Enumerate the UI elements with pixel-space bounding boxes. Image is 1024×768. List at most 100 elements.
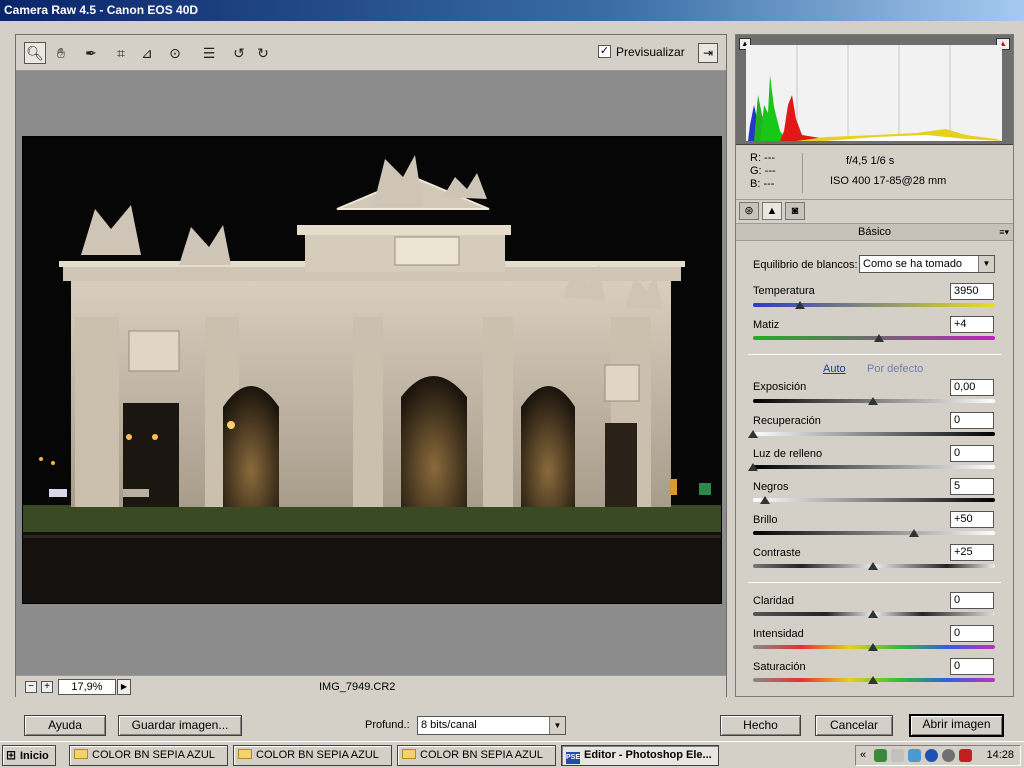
vibrance-label: Intensidad [753,628,804,640]
clock[interactable]: 14:28 [986,746,1014,765]
brightness-input[interactable]: +50 [950,511,994,528]
recovery-slider-thumb[interactable] [748,430,758,438]
white-balance-value: Como se ha tomado [863,258,963,270]
tray-volume-icon[interactable] [891,749,904,762]
white-balance-select[interactable]: Como se ha tomado ▼ [859,255,995,273]
start-button[interactable]: ⊞ Inicio [2,745,56,766]
blacks-slider-thumb[interactable] [760,496,770,504]
windows-logo-icon: ⊞ [6,748,17,762]
fill-light-slider-track[interactable] [753,465,995,469]
vibrance-slider-thumb[interactable] [868,643,878,651]
taskbar-item-photoshop[interactable]: PSE Editor - Photoshop Ele... [561,745,719,766]
chevron-down-icon[interactable]: ▼ [549,717,565,734]
zoom-menu-button[interactable]: ▶ [117,679,131,695]
contrast-label: Contraste [753,547,801,559]
clarity-input[interactable]: 0 [950,592,994,609]
fill-light-input[interactable]: 0 [950,445,994,462]
bit-depth-select[interactable]: 8 bits/canal ▼ [417,716,566,735]
tab-camera-calibration-icon[interactable]: ◙ [785,202,805,220]
taskbar-item-folder-1[interactable]: COLOR BN SEPIA AZUL [69,745,228,766]
vibrance-input[interactable]: 0 [950,625,994,642]
recovery-slider-track[interactable] [753,432,995,436]
exposure-slider-thumb[interactable] [868,397,878,405]
fill-light-slider-thumb[interactable] [748,463,758,471]
section-title: Básico [857,226,892,238]
blacks-input[interactable]: 5 [950,478,994,495]
rotate-right-icon[interactable]: ↻ [252,42,274,64]
hand-icon[interactable]: ✋︎ [50,42,72,64]
preview-checkbox[interactable]: ✓ [598,45,611,58]
exposure-input[interactable]: 0,00 [950,379,994,396]
chevron-down-icon[interactable]: ▼ [978,256,994,272]
saturation-label: Saturación [753,661,806,673]
auto-link[interactable]: Auto [823,363,846,375]
panel-tabs: ⊛ ▲ ◙ [736,199,1013,221]
fill-light-label: Luz de relleno [753,448,823,460]
zoom-out-button[interactable]: − [25,681,37,693]
system-tray: « 14:28 [855,745,1021,766]
taskbar-item-folder-2[interactable]: COLOR BN SEPIA AZUL [233,745,392,766]
straighten-icon[interactable]: ⊿ [136,42,158,64]
saturation-slider-thumb[interactable] [868,676,878,684]
contrast-input[interactable]: +25 [950,544,994,561]
crop-icon[interactable]: ⌗ [110,42,132,64]
zoom-level-field[interactable]: 17,9% [58,679,116,695]
tab-basic-aperture-icon[interactable]: ⊛ [739,202,759,220]
brightness-slider-thumb[interactable] [909,529,919,537]
zoom-in-button[interactable]: + [41,681,53,693]
iso-lens: ISO 400 17-85@28 mm [830,175,947,187]
cancel-button[interactable]: Cancelar [815,715,893,736]
contrast-slider-thumb[interactable] [868,562,878,570]
blue-readout: B: --- [750,178,775,190]
taskbar-item-folder-3[interactable]: COLOR BN SEPIA AZUL [397,745,556,766]
zoom-icon[interactable]: 🔍︎ [24,42,46,64]
puerta-de-alcala-photo [23,137,721,603]
temperature-label: Temperatura [753,285,815,297]
tab-basic-mountains-icon[interactable]: ▲ [762,202,782,220]
red-eye-icon[interactable]: ⊙ [164,42,186,64]
task-label: COLOR BN SEPIA AZUL [256,749,379,761]
tray-antivirus-icon[interactable] [959,749,972,762]
blacks-label: Negros [753,481,789,493]
eyedropper-icon[interactable]: ✒︎ [80,42,102,64]
section-menu-icon[interactable]: ≡▾ [999,224,1009,240]
rotate-left-icon[interactable]: ↺ [228,42,250,64]
tray-network-icon[interactable] [874,749,887,762]
taskbar: ⊞ Inicio COLOR BN SEPIA AZUL COLOR BN SEP… [0,741,1024,768]
tray-update-icon[interactable] [942,749,955,762]
photo-preview[interactable] [22,136,722,604]
temperature-slider-thumb[interactable] [795,301,805,309]
tray-expand-icon[interactable]: « [860,746,866,765]
status-bar: − + 17,9% ▶ IMG_7949.CR2 [16,675,726,697]
help-button[interactable]: Ayuda [24,715,106,736]
brightness-label: Brillo [753,514,778,526]
aperture-shutter: f/4,5 1/6 s [846,155,895,167]
preview-label: Previsualizar [616,45,685,59]
tool-bar: 🔍︎ ✋︎ ✒︎ ⌗ ⊿ ⊙ ☰ ↺ ↻ ✓ Previsualizar ⇥ [16,35,726,71]
save-image-button[interactable]: Guardar imagen... [118,715,242,736]
open-image-button[interactable]: Abrir imagen [909,714,1004,737]
default-link[interactable]: Por defecto [867,363,923,375]
tray-messenger-icon[interactable] [908,749,921,762]
temperature-slider-track[interactable] [753,303,995,307]
tint-input[interactable]: +4 [950,316,994,333]
brightness-slider-track[interactable] [753,531,995,535]
fullscreen-toggle-icon[interactable]: ⇥ [698,43,718,63]
recovery-input[interactable]: 0 [950,412,994,429]
tint-label: Matiz [753,319,780,331]
blacks-slider-track[interactable] [753,498,995,502]
red-readout: R: --- [750,152,776,164]
start-label: Inicio [20,750,49,762]
depth-label: Profund.: [365,719,410,731]
temperature-input[interactable]: 3950 [950,283,994,300]
done-button[interactable]: Hecho [720,715,801,736]
info-divider [802,153,803,193]
tint-slider-thumb[interactable] [874,334,884,342]
clarity-slider-thumb[interactable] [868,610,878,618]
clarity-label: Claridad [753,595,794,607]
saturation-input[interactable]: 0 [950,658,994,675]
folder-icon [238,749,252,759]
preferences-icon[interactable]: ☰ [198,42,220,64]
tray-security-icon[interactable] [925,749,938,762]
section-divider [748,354,1001,355]
